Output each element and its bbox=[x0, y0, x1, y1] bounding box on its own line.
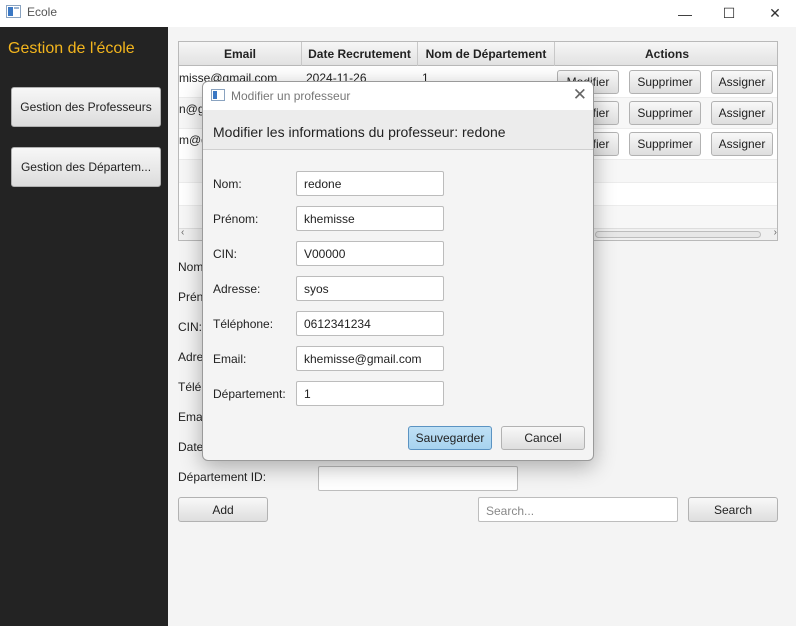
dialog-label-departement: Département: bbox=[213, 387, 286, 401]
dialog-header-text: Modifier les informations du professeur:… bbox=[213, 124, 506, 140]
delete-button[interactable]: Supprimer bbox=[629, 70, 701, 94]
dialog-header: Modifier les informations du professeur:… bbox=[203, 110, 593, 150]
maximize-button[interactable]: ☐ bbox=[706, 0, 752, 27]
delete-button[interactable]: Supprimer bbox=[629, 132, 701, 156]
column-header-date[interactable]: Date Recrutement bbox=[302, 42, 418, 66]
sidebar: Gestion de l'école Gestion des Professeu… bbox=[0, 27, 168, 626]
dialog-label-adresse: Adresse: bbox=[213, 282, 261, 296]
dialog-departement-field[interactable]: 1 bbox=[296, 381, 444, 406]
dialog-label-prenom: Prénom: bbox=[213, 212, 259, 226]
sidebar-item-professeurs[interactable]: Gestion des Professeurs bbox=[11, 87, 161, 127]
column-header-departement[interactable]: Nom de Département bbox=[418, 42, 555, 66]
scrollbar-thumb[interactable] bbox=[595, 231, 761, 238]
app-icon bbox=[6, 5, 21, 18]
scroll-right-icon[interactable]: › bbox=[774, 227, 777, 238]
dialog-label-nom: Nom: bbox=[213, 177, 242, 191]
dialog-close-icon[interactable]: ✕ bbox=[573, 85, 587, 105]
departement-id-field[interactable] bbox=[318, 466, 518, 491]
column-header-email[interactable]: Email bbox=[179, 42, 302, 66]
assign-button[interactable]: Assigner bbox=[711, 70, 773, 94]
dialog-adresse-field[interactable]: syos bbox=[296, 276, 444, 301]
window-title: Ecole bbox=[27, 5, 58, 19]
dialog-label-telephone: Téléphone: bbox=[213, 317, 274, 331]
dialog-label-email: Email: bbox=[213, 352, 247, 366]
dialog-telephone-field[interactable]: 0612341234 bbox=[296, 311, 444, 336]
dialog-email-field[interactable]: khemisse@gmail.com bbox=[296, 346, 444, 371]
label-departement-id: Département ID: bbox=[178, 470, 267, 484]
sidebar-brand: Gestion de l'école bbox=[8, 40, 135, 57]
dialog-prenom-field[interactable]: khemisse bbox=[296, 206, 444, 231]
modify-professor-dialog: Modifier un professeur ✕ Modifier les in… bbox=[202, 81, 594, 461]
dialog-label-cin: CIN: bbox=[213, 247, 237, 261]
save-button[interactable]: Sauvegarder bbox=[408, 426, 492, 450]
column-header-actions: Actions bbox=[644, 47, 689, 61]
assign-button[interactable]: Assigner bbox=[711, 101, 773, 125]
dialog-titlebar: Modifier un professeur ✕ bbox=[203, 82, 593, 110]
dialog-app-icon bbox=[211, 89, 225, 101]
dialog-title: Modifier un professeur bbox=[231, 89, 351, 103]
table-header: Email Date Recrutement Nom de Départemen… bbox=[179, 42, 777, 66]
window-titlebar: Ecole — ☐ ✕ bbox=[0, 0, 796, 27]
close-window-button[interactable]: ✕ bbox=[752, 0, 796, 27]
search-button[interactable]: Search bbox=[688, 497, 778, 522]
sidebar-item-departements[interactable]: Gestion des Départem... bbox=[11, 147, 161, 187]
assign-button[interactable]: Assigner bbox=[711, 132, 773, 156]
delete-button[interactable]: Supprimer bbox=[629, 101, 701, 125]
add-button[interactable]: Add bbox=[178, 497, 268, 522]
label-cin: CIN: bbox=[178, 320, 202, 334]
search-input[interactable]: Search... bbox=[478, 497, 678, 522]
cancel-button[interactable]: Cancel bbox=[501, 426, 585, 450]
scroll-left-icon[interactable]: ‹ bbox=[181, 227, 184, 238]
dialog-cin-field[interactable]: V00000 bbox=[296, 241, 444, 266]
dialog-nom-field[interactable]: redone bbox=[296, 171, 444, 196]
minimize-button[interactable]: — bbox=[662, 0, 708, 27]
